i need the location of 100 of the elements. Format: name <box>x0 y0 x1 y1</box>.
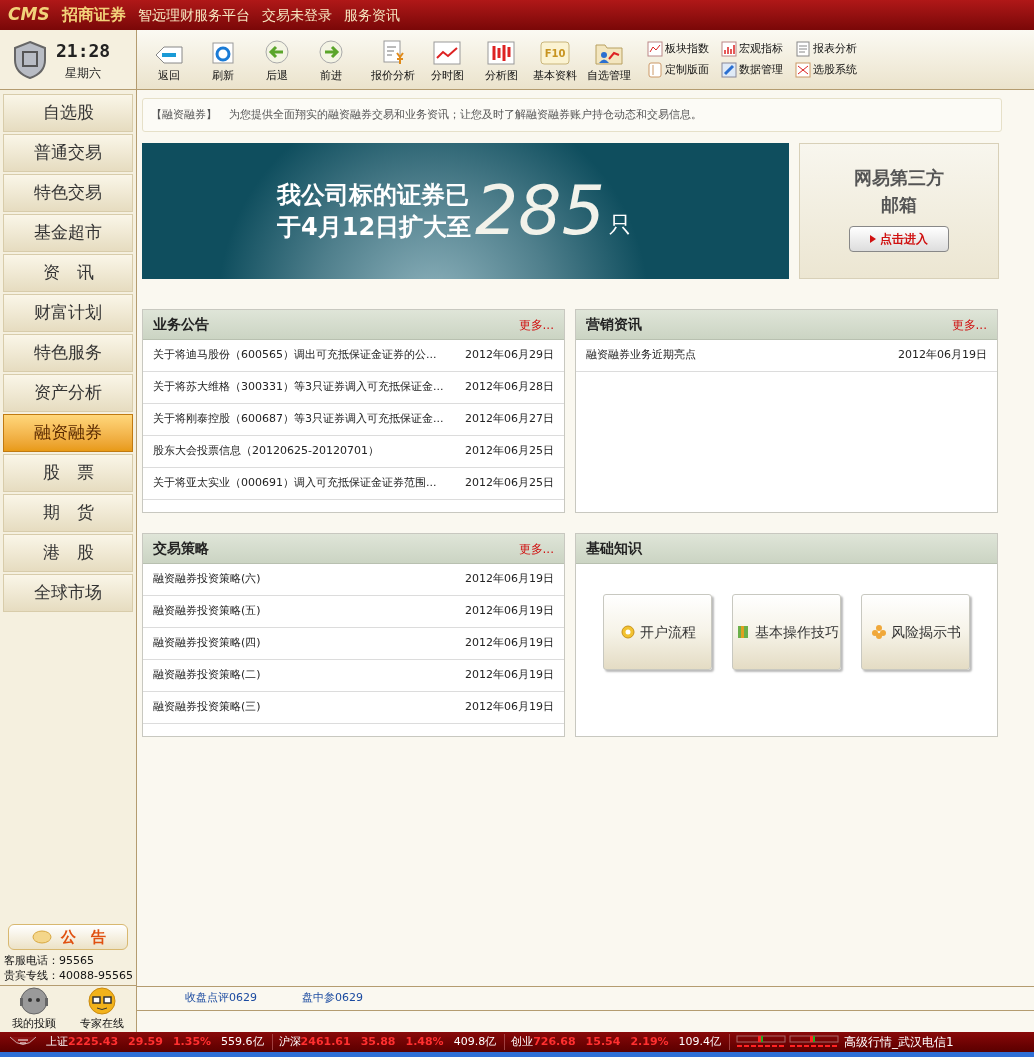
hotline-text: 贵宾专线：40088-95565 <box>4 968 132 983</box>
knowledge-button[interactable]: 开户流程 <box>603 594 712 670</box>
sidebar-item[interactable]: 基金超市 <box>3 214 133 252</box>
news-row[interactable]: 关于将迪马股份（600565）调出可充抵保证金证券的公... 2012年06月29日 <box>143 340 564 372</box>
news-row[interactable]: 关于将刚泰控股（600687）等3只证券调入可充抵保证金... 2012年06月27日 <box>143 404 564 436</box>
report-link[interactable]: 盘中参0629 <box>302 990 363 1007</box>
toolbar-small-button[interactable]: 板块指数 <box>647 41 709 58</box>
news-row[interactable]: 股东大会投票信息（20120625-20120701） 2012年06月25日 <box>143 436 564 468</box>
news-title[interactable]: 关于将苏大维格（300331）等3只证券调入可充抵保证金... <box>153 379 444 396</box>
news-date: 2012年06月19日 <box>465 635 554 652</box>
play-icon <box>870 235 876 243</box>
news-row[interactable]: 融资融券业务近期亮点 2012年06月19日 <box>576 340 997 372</box>
toolbar-small-button[interactable]: 定制版面 <box>647 61 709 78</box>
gear-icon <box>619 624 636 640</box>
index-name: 上证2225.43 <box>46 1033 119 1050</box>
smiley-glasses-icon <box>87 985 117 1016</box>
news-title[interactable]: 融资融券投资策略(四) <box>153 635 261 652</box>
index-change: 29.59 <box>128 1033 163 1050</box>
news-date: 2012年06月27日 <box>465 411 554 428</box>
sidebar-item[interactable]: 港 股 <box>3 534 133 572</box>
news-date: 2012年06月25日 <box>465 475 554 492</box>
news-title[interactable]: 融资融券投资策略(五) <box>153 603 261 620</box>
sidebar-item[interactable]: 股 票 <box>3 454 133 492</box>
banner-number: 285 <box>475 177 605 245</box>
title-menu-item[interactable]: 交易未登录 <box>261 4 332 26</box>
advisor-button[interactable]: 专家在线 <box>80 985 124 1033</box>
enter-button[interactable]: 点击进入 <box>849 226 949 252</box>
refresh-icon <box>211 41 235 65</box>
sidebar-item[interactable]: 特色服务 <box>3 334 133 372</box>
toolbar-small-button[interactable]: 宏观指标 <box>721 41 783 58</box>
toolbar-small-button[interactable]: 选股系统 <box>795 61 857 78</box>
index-percent: 1.48% <box>405 1033 444 1050</box>
banner-text: 我公司标的证券已 <box>277 180 470 211</box>
index-change: 15.54 <box>585 1033 621 1050</box>
news-row[interactable]: 融资融券投资策略(二) 2012年06月19日 <box>143 660 564 692</box>
news-row[interactable]: 融资融券投资策略(六) 2012年06月19日 <box>143 564 564 596</box>
index-name: 沪深2461.61 <box>278 1033 351 1050</box>
sidebar-item[interactable]: 普通交易 <box>3 134 133 172</box>
sidebar-item[interactable]: 自选股 <box>3 94 133 132</box>
news-row[interactable]: 融资融券投资策略(五) 2012年06月19日 <box>143 596 564 628</box>
news-row[interactable]: 关于将苏大维格（300331）等3只证券调入可充抵保证金... 2012年06月28日 <box>143 372 564 404</box>
news-date: 2012年06月29日 <box>465 347 554 364</box>
toolbar-small-button[interactable]: 报表分析 <box>795 41 857 58</box>
clock-time: 21:28 <box>56 39 111 63</box>
toolbar-button[interactable]: 返回 <box>145 34 193 85</box>
knowledge-button[interactable]: 风险揭示书 <box>861 594 970 670</box>
news-date: 2012年06月19日 <box>465 667 554 684</box>
toolbar-button[interactable]: 自选管理 <box>585 34 633 85</box>
news-title[interactable]: 融资融券投资策略(三) <box>153 699 261 716</box>
mail-card-text: 网易第三方 <box>854 166 944 190</box>
toolbar-button[interactable]: F10 基本资料 <box>531 34 579 85</box>
more-link[interactable]: 更多... <box>951 315 987 334</box>
news-title[interactable]: 融资融券投资策略(六) <box>153 571 261 588</box>
market-meter-icon <box>736 1035 841 1049</box>
panel-title: 营销资讯 <box>586 315 642 334</box>
index-name: 创业726.68 <box>511 1033 576 1050</box>
intro-text: 为您提供全面翔实的融资融券交易和业务资讯；让您及时了解融资融券账户持仓动态和交易信息。 <box>229 106 702 123</box>
more-link[interactable]: 更多... <box>518 315 554 334</box>
toolbar-small-button[interactable]: 数据管理 <box>721 61 783 78</box>
news-title[interactable]: 股东大会投票信息（20120625-20120701） <box>153 443 379 460</box>
sidebar-item[interactable]: 期 货 <box>3 494 133 532</box>
banner-text: 于4月12日扩大至 <box>277 212 472 243</box>
news-date: 2012年06月28日 <box>465 379 554 396</box>
document-icon <box>795 41 811 58</box>
sidebar-item[interactable]: 全球市场 <box>3 574 133 612</box>
news-title[interactable]: 融资融券投资策略(二) <box>153 667 261 684</box>
index-percent: 2.19% <box>630 1033 669 1050</box>
news-title[interactable]: 关于将刚泰控股（600687）等3只证券调入可充抵保证金... <box>153 411 444 428</box>
news-date: 2012年06月19日 <box>465 699 554 716</box>
report-link[interactable]: 收盘点评0629 <box>185 990 257 1007</box>
toolbar-button[interactable]: 分时图 <box>423 34 471 85</box>
banner-unit: 只 <box>608 211 631 239</box>
sidebar-item[interactable]: 资 讯 <box>3 254 133 292</box>
news-title[interactable]: 关于将亚太实业（000691）调入可充抵保证金证券范围... <box>153 475 437 492</box>
news-row[interactable]: 融资融券投资策略(三) 2012年06月19日 <box>143 692 564 724</box>
back-arrow-icon <box>154 45 184 65</box>
title-menu-item[interactable]: 服务资讯 <box>343 4 400 26</box>
toolbar-button[interactable]: 前进 <box>307 34 355 85</box>
news-date: 2012年06月25日 <box>465 443 554 460</box>
advisor-button[interactable]: 我的投顾 <box>12 985 56 1033</box>
toolbar-button[interactable]: 分析图 <box>477 34 525 85</box>
more-link[interactable]: 更多... <box>518 539 554 558</box>
sidebar-item[interactable]: 资产分析 <box>3 374 133 412</box>
news-row[interactable]: 关于将亚太实业（000691）调入可充抵保证金证券范围... 2012年06月25日 <box>143 468 564 500</box>
toolbar-button[interactable]: 刷新 <box>199 34 247 85</box>
toolbar-button[interactable]: 报价分析 <box>369 34 417 85</box>
news-date: 2012年06月19日 <box>465 571 554 588</box>
title-menu-item[interactable]: 智远理财服务平台 <box>137 4 250 26</box>
document-yuan-icon <box>380 39 406 65</box>
sidebar-item[interactable]: 融资融券 <box>3 414 133 452</box>
toolbar-button[interactable]: 后退 <box>253 34 301 85</box>
news-title[interactable]: 融资融券业务近期亮点 <box>586 347 696 364</box>
news-title[interactable]: 关于将迪马股份（600565）调出可充抵保证金证券的公... <box>153 347 437 364</box>
robot-face-icon <box>19 985 49 1016</box>
mail-card-text: 邮箱 <box>881 193 917 217</box>
sidebar-item[interactable]: 财富计划 <box>3 294 133 332</box>
knowledge-button[interactable]: 基本操作技巧 <box>732 594 841 670</box>
sidebar-item[interactable]: 特色交易 <box>3 174 133 212</box>
candlestick-chart-icon <box>487 41 515 65</box>
news-row[interactable]: 融资融券投资策略(四) 2012年06月19日 <box>143 628 564 660</box>
